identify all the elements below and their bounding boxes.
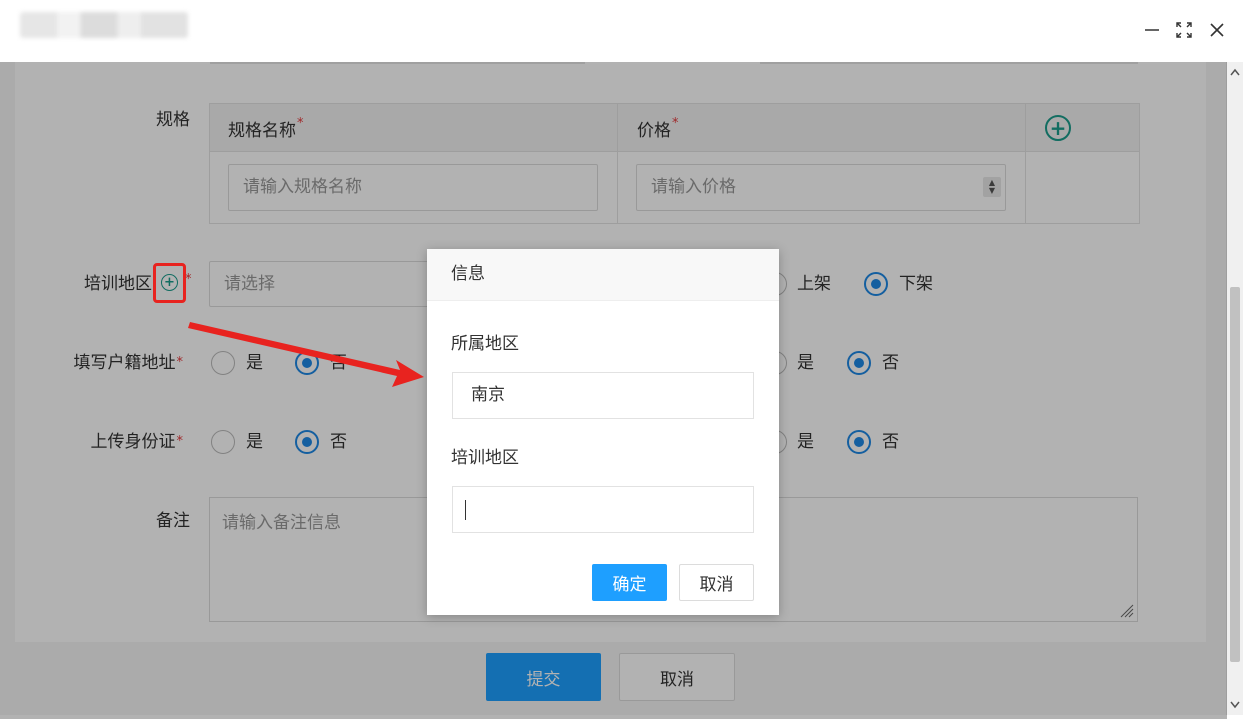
dialog-region-input[interactable]: 南京	[452, 372, 754, 419]
region-dialog: 信息 所属地区 南京 培训地区 确定 取消	[427, 249, 779, 615]
dialog-training-input[interactable]	[452, 486, 754, 533]
dialog-cancel-button[interactable]: 取消	[679, 564, 754, 601]
blurred-window-title	[20, 12, 188, 38]
minimize-icon[interactable]	[1140, 18, 1164, 42]
dialog-training-label: 培训地区	[451, 448, 519, 468]
scroll-up-icon[interactable]	[1227, 64, 1243, 80]
text-caret	[465, 500, 466, 520]
scroll-thumb[interactable]	[1230, 287, 1240, 662]
dialog-title: 信息	[427, 249, 779, 301]
maximize-icon[interactable]	[1172, 18, 1196, 42]
scroll-down-icon[interactable]	[1227, 697, 1243, 713]
dialog-ok-button[interactable]: 确定	[592, 564, 667, 601]
vertical-scrollbar[interactable]	[1226, 62, 1243, 715]
window-titlebar	[0, 0, 1243, 62]
annotation-highlight-box	[153, 263, 186, 303]
dialog-region-label: 所属地区	[451, 334, 519, 354]
close-icon[interactable]	[1205, 18, 1229, 42]
